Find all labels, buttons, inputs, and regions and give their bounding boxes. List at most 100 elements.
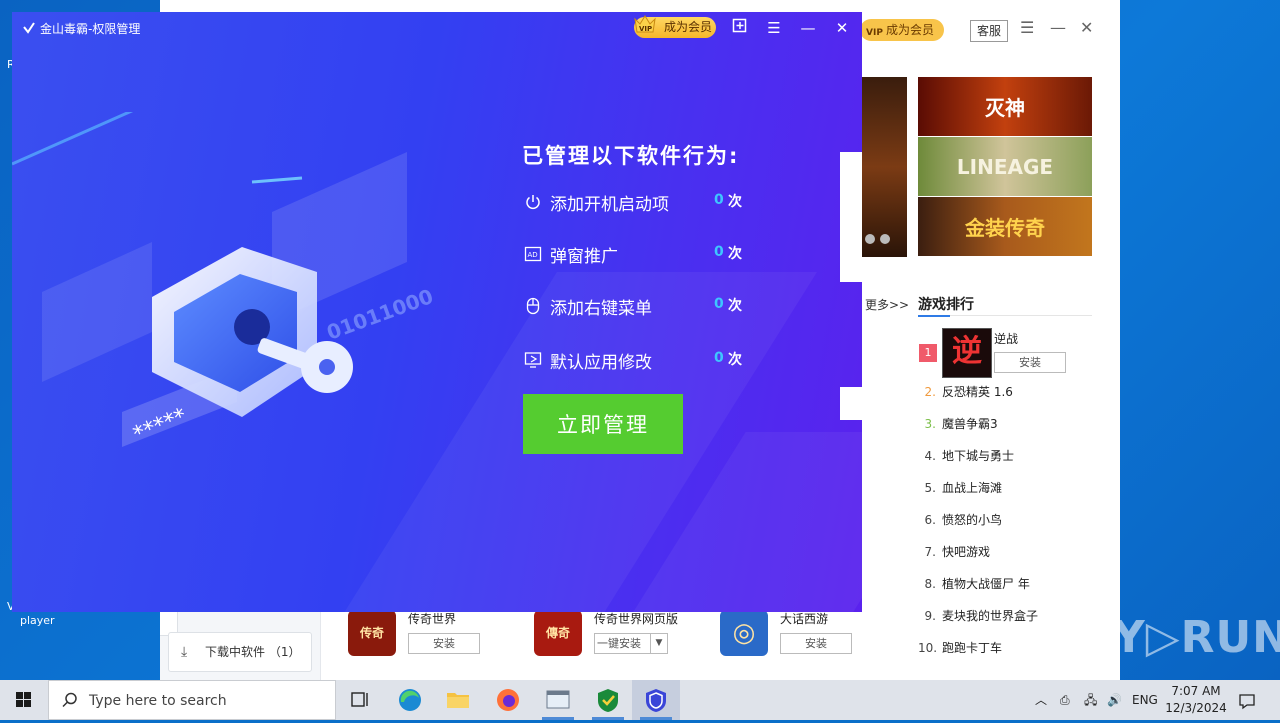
divider xyxy=(918,315,1092,317)
watermark: ANY▷RUN xyxy=(1040,612,1280,663)
svg-text:VIP: VIP xyxy=(639,25,652,33)
download-icon: ⤓ xyxy=(181,644,188,660)
bg-vip-button[interactable]: VIP 成为会员 xyxy=(860,19,945,41)
close-icon[interactable]: ✕ xyxy=(832,18,852,38)
banner-thumb[interactable]: LINEAGE xyxy=(918,137,1092,196)
permission-manager-dialog: ***** 0101100010 金山毒霸-权限管理 VIP 成为会员 ☰ — … xyxy=(12,12,862,612)
close-icon[interactable]: ✕ xyxy=(1080,18,1093,37)
show-hidden-icons-button[interactable]: ︿ xyxy=(1035,680,1047,720)
banner-thumb[interactable]: 金装传奇 xyxy=(918,197,1092,256)
volume-icon[interactable]: 🔊 xyxy=(1107,680,1122,720)
game-icon[interactable]: ◎ xyxy=(720,610,768,656)
behavior-row-popup-ads: AD 弹窗推广 0 次 xyxy=(522,242,782,267)
behavior-label: 添加右键菜单 xyxy=(550,299,652,319)
manage-now-button[interactable]: 立即管理 xyxy=(523,394,683,454)
menu-icon[interactable]: ☰ xyxy=(1020,18,1034,37)
one-click-install-button[interactable]: 一键安装 ▼ xyxy=(594,633,668,654)
rank-game-name[interactable]: 逆战 xyxy=(994,330,1018,347)
notifications-icon[interactable] xyxy=(1238,680,1256,720)
minimize-icon[interactable]: — xyxy=(798,18,818,38)
behavior-label: 默认应用修改 xyxy=(550,353,652,373)
taskbar-app-window[interactable] xyxy=(534,680,582,720)
search-icon xyxy=(62,692,77,708)
feedback-icon[interactable] xyxy=(730,18,750,38)
game-icon[interactable]: 传奇 xyxy=(348,610,396,656)
bg-vip-label: 成为会员 xyxy=(886,23,935,37)
behavior-unit: 次 xyxy=(728,352,742,368)
downloading-label: 下载中软件 （1） xyxy=(205,645,301,659)
taskbar-duba-permission[interactable] xyxy=(632,680,680,720)
install-button[interactable]: 安装 xyxy=(780,633,852,654)
install-button[interactable]: 安装 xyxy=(408,633,480,654)
game-name[interactable]: 大话西游 xyxy=(780,610,828,627)
taskbar-file-explorer[interactable] xyxy=(434,680,482,720)
shield-icon xyxy=(646,689,666,712)
ranking-item[interactable]: 4. 地下城与勇士 xyxy=(918,447,1014,464)
banner-thumb[interactable]: 灭神 xyxy=(918,77,1092,136)
folder-icon xyxy=(447,693,469,708)
game-name[interactable]: 传奇世界 xyxy=(408,610,456,627)
ranking-item[interactable]: 10. 跑跑卡丁车 xyxy=(918,639,1002,656)
behavior-unit: 次 xyxy=(728,298,742,314)
game-icon[interactable]: 逆 xyxy=(942,328,992,378)
behavior-count: 0 xyxy=(714,244,724,260)
behavior-label: 添加开机启动项 xyxy=(550,195,669,215)
input-language[interactable]: ENG xyxy=(1132,680,1158,720)
antivirus-logo-icon xyxy=(23,22,35,34)
rank-number: 1 xyxy=(919,344,937,362)
panel-heading: 已管理以下软件行为: xyxy=(522,144,740,168)
clock[interactable]: 7:07 AM 12/3/2024 xyxy=(1160,683,1232,717)
mouse-icon xyxy=(526,297,540,315)
menu-icon[interactable]: ☰ xyxy=(764,18,784,38)
svg-text:AD: AD xyxy=(528,251,538,259)
ranking-title: 游戏排行 xyxy=(918,297,974,313)
desktop-icon-label-player[interactable]: player xyxy=(20,614,55,627)
task-view-button[interactable] xyxy=(336,680,384,720)
minimize-icon[interactable]: — xyxy=(1050,18,1066,37)
taskbar-duba-shield[interactable] xyxy=(584,680,632,720)
taskbar-search-box[interactable]: Type here to search xyxy=(48,680,336,720)
taskbar: Type here to search ︿ ⎙ 🖧 🔊 ENG 7:07 AM … xyxy=(0,680,1280,720)
customer-service-button[interactable]: 客服 xyxy=(970,20,1009,42)
clock-date: 12/3/2024 xyxy=(1165,701,1227,715)
behavior-unit: 次 xyxy=(728,194,742,210)
behavior-row-context-menu: 添加右键菜单 0 次 xyxy=(522,294,782,319)
taskbar-firefox[interactable] xyxy=(484,680,532,720)
taskbar-edge[interactable] xyxy=(386,680,434,720)
behavior-unit: 次 xyxy=(728,246,742,262)
edge-icon xyxy=(399,689,421,711)
install-button[interactable]: 安装 xyxy=(994,352,1066,373)
banner-dots[interactable] xyxy=(865,233,895,245)
clock-time: 7:07 AM xyxy=(1171,684,1221,698)
more-link[interactable]: 更多>> xyxy=(865,296,909,313)
downloading-button[interactable]: ⤓ 下载中软件 （1） xyxy=(168,632,312,672)
vip-crown-icon: VIP xyxy=(634,15,656,33)
shield-key-illustration: ***** 0101100010 xyxy=(12,112,432,448)
windows-logo-icon xyxy=(16,692,31,707)
game-name[interactable]: 传奇世界网页版 xyxy=(594,610,678,627)
ranking-item[interactable]: 5. 血战上海滩 xyxy=(918,479,1002,496)
vip-label: 成为会员 xyxy=(664,20,713,34)
vip-button[interactable]: VIP 成为会员 xyxy=(634,15,716,38)
chevron-down-icon[interactable]: ▼ xyxy=(650,634,667,653)
monitor-icon xyxy=(524,352,542,368)
game-icon[interactable]: 傳奇 xyxy=(534,610,582,656)
background-window-edge xyxy=(840,152,862,282)
behavior-count: 0 xyxy=(714,192,724,208)
behavior-count: 0 xyxy=(714,296,724,312)
dialog-title: 金山毒霸-权限管理 xyxy=(22,20,140,37)
ranking-item[interactable]: 9. 麦块我的世界盒子 xyxy=(918,607,1038,624)
ranking-item[interactable]: 6. 愤怒的小鸟 xyxy=(918,511,1002,528)
shield-icon xyxy=(598,689,618,712)
meet-now-icon[interactable]: ⎙ xyxy=(1060,680,1070,720)
network-icon[interactable]: 🖧 xyxy=(1084,680,1097,720)
behavior-row-startup: 添加开机启动项 0 次 xyxy=(522,190,782,215)
ranking-item[interactable]: 8. 植物大战僵尸 年 xyxy=(918,575,1030,592)
behavior-count: 0 xyxy=(714,350,724,366)
firefox-icon xyxy=(497,689,519,711)
task-view-icon xyxy=(351,692,368,707)
ranking-item[interactable]: 3. 魔兽争霸3 xyxy=(918,415,998,432)
start-button[interactable] xyxy=(0,680,48,720)
ranking-item[interactable]: 2. 反恐精英 1.6 xyxy=(918,383,1013,400)
ranking-item[interactable]: 7. 快吧游戏 xyxy=(918,543,990,560)
